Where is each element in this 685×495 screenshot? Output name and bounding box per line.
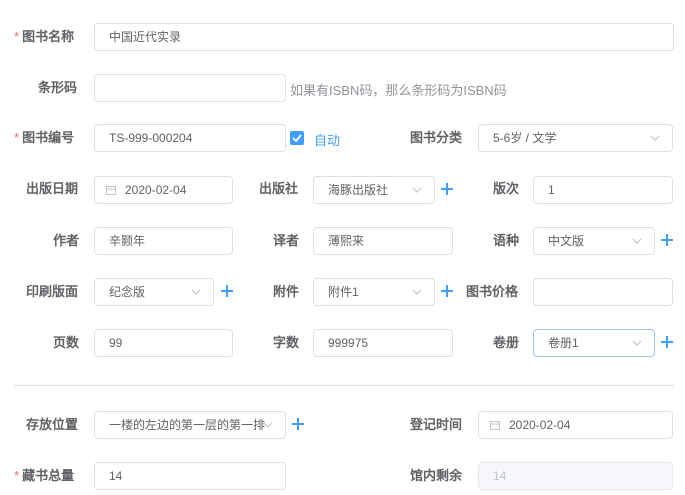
price-input[interactable] <box>533 278 673 306</box>
add-location-button[interactable] <box>292 418 304 430</box>
total-input[interactable]: 14 <box>94 462 286 490</box>
barcode-label: 条形码 <box>38 80 78 95</box>
chevron-down-icon <box>632 238 642 244</box>
add-print-layout-button[interactable] <box>221 285 233 297</box>
price-label: 图书价格 <box>466 284 519 299</box>
book-no-input[interactable]: TS-999-000204 <box>94 124 286 152</box>
attachment-label: 附件 <box>273 284 300 299</box>
calendar-icon <box>106 186 116 195</box>
category-select[interactable]: 5-6岁 / 文学 <box>478 124 673 152</box>
auto-checkbox-label[interactable]: 自动 <box>314 130 340 149</box>
location-select[interactable]: 一楼的左边的第一层的第一排 <box>94 411 286 439</box>
calendar-icon <box>490 421 500 430</box>
chevron-down-icon <box>632 340 642 346</box>
words-input[interactable]: 999975 <box>313 329 453 357</box>
location-label: 存放位置 <box>26 417 79 432</box>
section-divider <box>14 385 674 386</box>
add-volume-button[interactable] <box>661 336 673 348</box>
chevron-down-icon <box>650 135 660 141</box>
pub-date-label: 出版日期 <box>26 181 79 196</box>
volume-label: 卷册 <box>493 335 520 350</box>
print-layout-select[interactable]: 纪念版 <box>94 278 214 306</box>
pages-label: 页数 <box>53 335 80 350</box>
auto-checkbox[interactable] <box>290 131 304 145</box>
book-name-label: * 图书名称 <box>14 29 75 44</box>
author-input[interactable]: 辛颢年 <box>94 227 233 255</box>
register-time-label: 登记时间 <box>410 417 463 432</box>
translator-input[interactable]: 薄熙来 <box>313 227 453 255</box>
volume-select[interactable]: 卷册1 <box>533 329 655 357</box>
translator-label: 译者 <box>273 233 300 248</box>
attachment-select[interactable]: 附件1 <box>313 278 435 306</box>
add-language-button[interactable] <box>661 234 673 246</box>
add-publisher-button[interactable] <box>441 183 453 195</box>
language-label: 语种 <box>493 233 520 248</box>
pages-input[interactable]: 99 <box>94 329 233 357</box>
pub-date-picker[interactable]: 2020-02-04 <box>94 176 233 204</box>
book-no-label: * 图书编号 <box>14 130 75 145</box>
chevron-down-icon <box>412 187 422 193</box>
chevron-down-icon <box>412 289 422 295</box>
check-icon <box>292 134 302 142</box>
language-select[interactable]: 中文版 <box>533 227 655 255</box>
chevron-down-icon <box>263 422 273 428</box>
total-label: * 藏书总量 <box>14 468 75 483</box>
barcode-input[interactable] <box>94 74 286 102</box>
words-label: 字数 <box>273 335 300 350</box>
edition-input[interactable]: 1 <box>533 176 673 204</box>
category-label: 图书分类 <box>410 130 463 145</box>
remaining-input: 14 <box>478 462 673 490</box>
publisher-select[interactable]: 海豚出版社 <box>313 176 435 204</box>
add-attachment-button[interactable] <box>441 285 453 297</box>
remaining-label: 馆内剩余 <box>410 468 463 483</box>
book-name-input[interactable]: 中国近代实录 <box>94 23 674 51</box>
barcode-hint: 如果有ISBN码，那么条形码为ISBN码 <box>290 83 507 98</box>
chevron-down-icon <box>191 289 201 295</box>
author-label: 作者 <box>53 233 80 248</box>
publisher-label: 出版社 <box>259 181 299 196</box>
print-layout-label: 印刷版面 <box>26 284 79 299</box>
register-time-picker[interactable]: 2020-02-04 <box>478 411 673 439</box>
edition-label: 版次 <box>493 181 520 196</box>
